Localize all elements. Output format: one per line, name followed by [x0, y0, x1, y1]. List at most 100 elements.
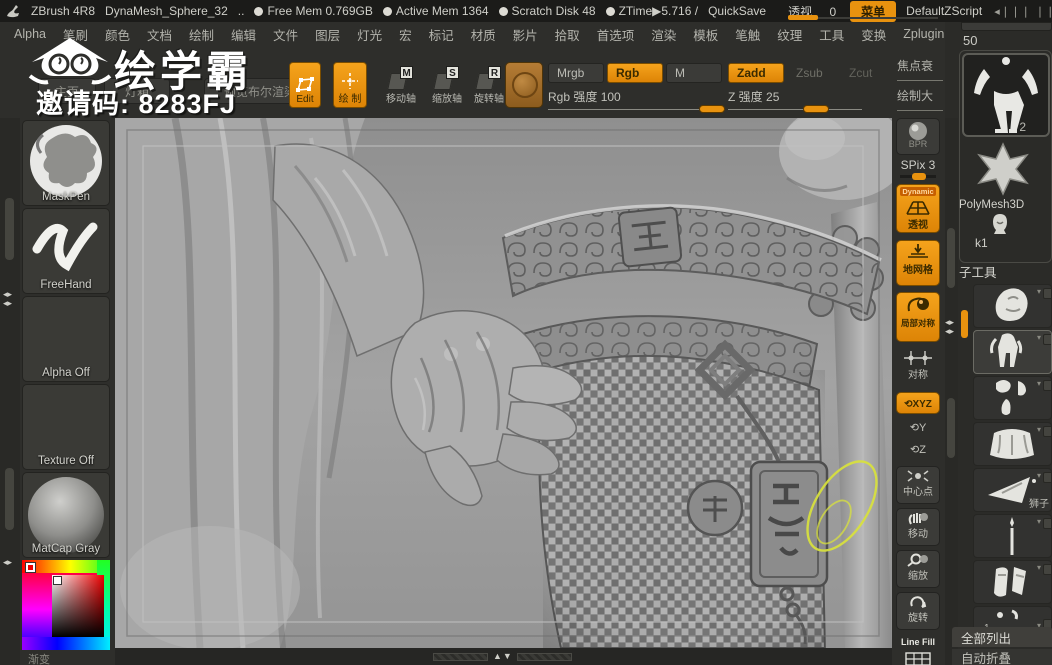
tray-scroll-handle[interactable]: [947, 228, 955, 288]
menu-preferences[interactable]: 首选项: [597, 25, 635, 44]
clipped-slider-top[interactable]: [961, 22, 1052, 31]
subtool-row-skirt[interactable]: ▾: [973, 422, 1052, 466]
menu-edit[interactable]: 编辑: [231, 25, 256, 44]
subtool-row-cape[interactable]: ▾ 狮子: [973, 468, 1052, 512]
subtool-row-body-selected[interactable]: ▾: [973, 330, 1052, 374]
quick-pick-head-icon[interactable]: [987, 212, 1013, 236]
tray-scroll-handle[interactable]: [5, 468, 14, 530]
visibility-eye-icon-partial[interactable]: [1043, 288, 1051, 299]
tray-divider-arrows-icon[interactable]: ◂▸ ◂▸: [945, 318, 954, 336]
tray-scroll-handle[interactable]: [5, 198, 14, 260]
rot-z-button[interactable]: ⟲Z: [896, 440, 940, 460]
focal-shift-track-cut[interactable]: [897, 80, 943, 81]
draw-size-track-cut[interactable]: [897, 110, 943, 111]
rgb-toggle[interactable]: Rgb: [607, 63, 663, 83]
current-tool-thumbnail[interactable]: [962, 53, 1050, 137]
visibility-eye-icon-partial[interactable]: [1043, 564, 1051, 575]
menu-marker[interactable]: 标记: [429, 25, 454, 44]
draw-button[interactable]: 绘 制: [333, 62, 367, 108]
current-brush-button[interactable]: MaskPen: [22, 120, 110, 206]
mrgb-toggle[interactable]: Mrgb: [548, 63, 604, 83]
menu-alpha[interactable]: Alpha: [14, 27, 46, 41]
scale-gyro-button[interactable]: S 缩放轴: [424, 66, 470, 108]
move-gyro-button[interactable]: M 移动轴: [378, 66, 424, 108]
polymesh3d-label[interactable]: PolyMesh3D: [959, 199, 1052, 211]
tray-divider-arrows-icon[interactable]: ◂▸: [3, 558, 12, 567]
perspective-slider[interactable]: 透视 0: [788, 3, 939, 20]
symmetry-button[interactable]: 对称: [896, 348, 940, 388]
bpr-button[interactable]: BPR: [896, 118, 940, 155]
tray-scroll-handle[interactable]: [947, 398, 955, 458]
frame-button[interactable]: 中心点: [896, 466, 940, 504]
subtool-row-arms[interactable]: ▾: [973, 376, 1052, 420]
perspective-knob[interactable]: [788, 14, 819, 20]
xyz-button[interactable]: ⟲XYZ: [896, 392, 940, 414]
canvas-move-button[interactable]: 移动: [896, 508, 940, 546]
zcut-toggle[interactable]: Zcut: [840, 63, 884, 83]
zsub-toggle[interactable]: Zsub: [787, 63, 837, 83]
visibility-eye-icon-partial[interactable]: [1043, 518, 1051, 529]
spix-slider[interactable]: SPix 3: [894, 158, 942, 180]
color-picker[interactable]: [22, 560, 110, 650]
material-button[interactable]: [505, 62, 543, 108]
local-symmetry-button[interactable]: 局部对称: [896, 292, 940, 342]
subtool-row-spear[interactable]: ▾: [973, 514, 1052, 558]
menu-layer[interactable]: 图层: [315, 25, 340, 44]
visibility-eye-icon-partial[interactable]: [1043, 380, 1051, 391]
menu-tool[interactable]: 工具: [819, 25, 844, 44]
auto-collapse-button[interactable]: 自动折叠: [952, 649, 1052, 665]
scroll-left-icon[interactable]: ◂❘❘❘: [994, 5, 1031, 18]
zadd-toggle[interactable]: Zadd: [728, 63, 784, 83]
current-stroke-button[interactable]: FreeHand: [22, 208, 110, 294]
subtool-header[interactable]: 子工具: [959, 262, 1052, 281]
scroll-right-icon[interactable]: ❘❘❘▸: [1035, 5, 1052, 18]
hscroll-arrows-icon[interactable]: ▲▼: [493, 651, 513, 661]
m-toggle[interactable]: M: [666, 63, 722, 83]
menu-stroke[interactable]: 笔触: [735, 25, 760, 44]
hue-selector[interactable]: [25, 562, 36, 573]
z-intensity-knob[interactable]: [803, 105, 829, 113]
menu-picker[interactable]: 拾取: [555, 25, 580, 44]
menu-material[interactable]: 材质: [471, 25, 496, 44]
tray-divider-arrows-icon[interactable]: ◂▸ ◂▸: [3, 290, 12, 308]
menu-light[interactable]: 灯光: [357, 25, 382, 44]
current-material-button[interactable]: MatCap Gray: [22, 472, 110, 558]
polyframe-button[interactable]: Line Fill PolyF: [896, 632, 940, 665]
menu-color[interactable]: 颜色: [105, 25, 130, 44]
menu-transform[interactable]: 变换: [861, 25, 886, 44]
polymesh3d-star-icon[interactable]: [975, 142, 1031, 196]
z-intensity-track[interactable]: [728, 109, 862, 110]
perspective-button[interactable]: Dynamic 透视: [896, 184, 940, 233]
canvas-zoom-button[interactable]: 缩放: [896, 550, 940, 588]
menu-brush[interactable]: 笔刷: [63, 25, 88, 44]
list-all-button[interactable]: 全部列出: [952, 627, 1052, 647]
spix-knob[interactable]: [912, 173, 926, 180]
menu-movie[interactable]: 影片: [513, 25, 538, 44]
quick-pick-label[interactable]: k1: [975, 236, 988, 250]
gradient-label-cut[interactable]: 渐变: [28, 651, 50, 665]
saturation-square[interactable]: [52, 575, 104, 637]
quicksave-button[interactable]: QuickSave: [708, 4, 766, 18]
menu-texture[interactable]: 纹理: [777, 25, 802, 44]
menu-file[interactable]: 文件: [273, 25, 298, 44]
visibility-eye-icon-partial[interactable]: [1043, 426, 1051, 437]
home-button[interactable]: 主页: [38, 78, 96, 104]
canvas-rotate-button[interactable]: 旋转: [896, 592, 940, 630]
menu-draw[interactable]: 绘制: [189, 25, 214, 44]
subtool-row-torso[interactable]: ▾: [973, 284, 1052, 328]
sv-selector[interactable]: [53, 576, 62, 585]
lightbox-button[interactable]: 灯箱: [104, 78, 170, 104]
subtool-row-boots[interactable]: ▾: [973, 560, 1052, 604]
current-texture-button[interactable]: Texture Off: [22, 384, 110, 470]
rgb-intensity-knob[interactable]: [699, 105, 725, 113]
sculpt-canvas[interactable]: [115, 118, 892, 648]
current-alpha-button[interactable]: Alpha Off: [22, 296, 110, 382]
edit-button[interactable]: Edit: [289, 62, 321, 108]
rot-y-button[interactable]: ⟲Y: [896, 418, 940, 438]
hscroll-handle-left[interactable]: [433, 653, 488, 661]
menu-stencil[interactable]: 模板: [693, 25, 718, 44]
menu-macro[interactable]: 宏: [399, 25, 412, 44]
visibility-eye-icon-partial[interactable]: [1043, 472, 1051, 483]
visibility-eye-icon-partial[interactable]: [1043, 334, 1051, 345]
floor-button[interactable]: 地网格: [896, 240, 940, 286]
